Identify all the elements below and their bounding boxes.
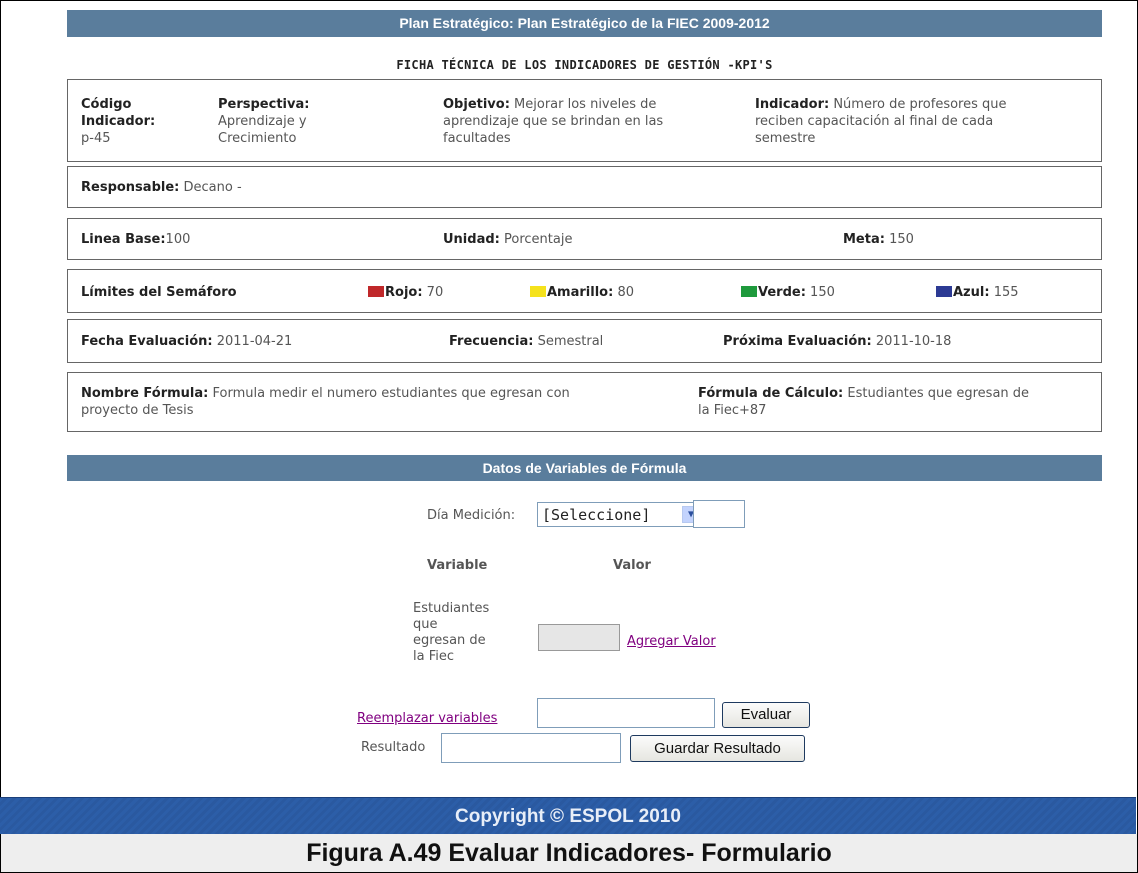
rojo-swatch-icon [368, 286, 384, 297]
semaforo-rojo: Rojo: 70 [368, 284, 443, 301]
semaforo-box: Límites del Semáforo Rojo: 70 Amarillo: … [67, 269, 1102, 313]
linea-base-value: 100 [165, 232, 191, 247]
resultado-label: Resultado [361, 740, 426, 755]
formula-calculo-value-2: la Fiec+87 [698, 403, 767, 418]
responsable-label: Responsable: [81, 180, 180, 195]
verde-label: Verde: [758, 285, 806, 300]
ficha-title: FICHA TÉCNICA DE LOS INDICADORES DE GEST… [396, 58, 773, 72]
datos-title: Datos de Variables de Fórmula [482, 460, 687, 476]
codigo-label-2: Indicador: [81, 114, 156, 129]
codigo-value: p-45 [81, 131, 111, 146]
perspectiva-cell: Perspectiva: Aprendizaje y Crecimiento [218, 96, 309, 147]
datos-header-bar: Datos de Variables de Fórmula [67, 455, 1102, 481]
frecuencia-value: Semestral [537, 334, 604, 349]
azul-label: Azul: [953, 285, 990, 300]
variable-header: Variable [427, 558, 488, 573]
azul-value: 155 [993, 285, 1019, 300]
semaforo-azul: Azul: 155 [936, 284, 1019, 301]
formula-calculo-value: Estudiantes que egresan de [847, 386, 1030, 401]
indicator-info-box: Código Indicador: p-45 Perspectiva: Apre… [67, 79, 1102, 162]
unidad-label: Unidad: [443, 232, 500, 247]
variable-name-line-1: Estudiantes [413, 601, 490, 616]
copyright-text: Copyright © ESPOL 2010 [455, 806, 681, 827]
responsable-value: Decano - [183, 180, 242, 195]
nombre-formula-value-2: proyecto de Tesis [81, 403, 194, 418]
semaforo-label: Límites del Semáforo [81, 285, 237, 300]
responsable-box: Responsable: Decano - [67, 166, 1102, 208]
dia-medicion-selected: [Seleccione] [542, 506, 651, 524]
reemplazar-variables-link[interactable]: Reemplazar variables [357, 711, 497, 726]
linea-base-label: Linea Base: [81, 232, 166, 247]
perspectiva-value: Aprendizaje y [218, 114, 307, 129]
indicador-cell: Indicador: Número de profesores que reci… [755, 96, 1007, 147]
objetivo-value-3: facultades [443, 131, 511, 146]
codigo-cell: Código Indicador: p-45 [81, 96, 155, 147]
base-meta-box: Linea Base:100 Unidad: Porcentaje Meta: … [67, 218, 1102, 260]
valor-header: Valor [613, 558, 651, 573]
evaluacion-box: Fecha Evaluación: 2011-04-21 Frecuencia:… [67, 319, 1102, 363]
objetivo-value-2: aprendizaje que se brindan en las [443, 114, 664, 129]
semaforo-amarillo: Amarillo: 80 [530, 284, 634, 301]
nombre-formula-label: Nombre Fórmula: [81, 386, 209, 401]
unidad-value: Porcentaje [504, 232, 573, 247]
perspectiva-label: Perspectiva: [218, 97, 310, 112]
meta-value: 150 [889, 232, 914, 247]
fecha-evaluacion-label: Fecha Evaluación: [81, 334, 213, 349]
dia-medicion-label: Día Medición: [427, 508, 516, 523]
rojo-value: 70 [426, 285, 444, 300]
plan-title: Plan Estratégico: Plan Estratégico de la… [399, 15, 770, 31]
proxima-evaluacion-label: Próxima Evaluación: [723, 334, 872, 349]
codigo-label: Código [81, 97, 132, 112]
perspectiva-value-2: Crecimiento [218, 131, 297, 146]
amarillo-swatch-icon [530, 286, 546, 297]
amarillo-value: 80 [617, 285, 634, 300]
indicador-value-3: semestre [755, 131, 816, 146]
agregar-valor-link[interactable]: Agregar Valor [627, 634, 716, 649]
plan-header-bar: Plan Estratégico: Plan Estratégico de la… [67, 10, 1102, 37]
evaluar-button[interactable]: Evaluar [722, 702, 810, 728]
objetivo-label: Objetivo: [443, 97, 510, 112]
verde-value: 150 [810, 285, 835, 300]
resultado-input[interactable] [441, 733, 621, 763]
variable-name-line-2: que [413, 617, 438, 632]
rojo-label: Rojo: [385, 285, 423, 300]
dia-medicion-input[interactable] [693, 500, 745, 528]
amarillo-label: Amarillo: [547, 285, 614, 300]
objetivo-cell: Objetivo: Mejorar los niveles de aprendi… [443, 96, 663, 147]
indicador-value: Número de profesores que [833, 97, 1007, 112]
meta-label: Meta: [843, 232, 885, 247]
proxima-evaluacion-value: 2011-10-18 [875, 334, 952, 349]
formula-calculo-label: Fórmula de Cálculo: [698, 386, 844, 401]
indicador-value-2: reciben capacitación al final de cada [755, 114, 994, 129]
formula-box: Nombre Fórmula: Formula medir el numero … [67, 372, 1102, 432]
azul-swatch-icon [936, 286, 952, 297]
formula-expression-input[interactable] [537, 698, 715, 728]
fecha-evaluacion-value: 2011-04-21 [216, 334, 293, 349]
semaforo-verde: Verde: 150 [741, 284, 835, 301]
footer: Copyright © ESPOL 2010 [0, 797, 1136, 835]
guardar-resultado-button[interactable]: Guardar Resultado [630, 735, 805, 762]
variable-value-input[interactable] [538, 624, 620, 651]
figure-caption: Figura A.49 Evaluar Indicadores- Formula… [0, 834, 1138, 873]
verde-swatch-icon [741, 286, 757, 297]
variable-name-line-3: egresan de [413, 633, 486, 648]
objetivo-value: Mejorar los niveles de [514, 97, 657, 112]
variable-name: Estudiantes que egresan de la Fiec [413, 601, 489, 665]
indicador-label: Indicador: [755, 97, 830, 112]
nombre-formula-value: Formula medir el numero estudiantes que … [212, 386, 570, 401]
frecuencia-label: Frecuencia: [449, 334, 534, 349]
dia-medicion-select[interactable]: [Seleccione] ▼ [537, 502, 703, 527]
variable-name-line-4: la Fiec [413, 649, 454, 664]
